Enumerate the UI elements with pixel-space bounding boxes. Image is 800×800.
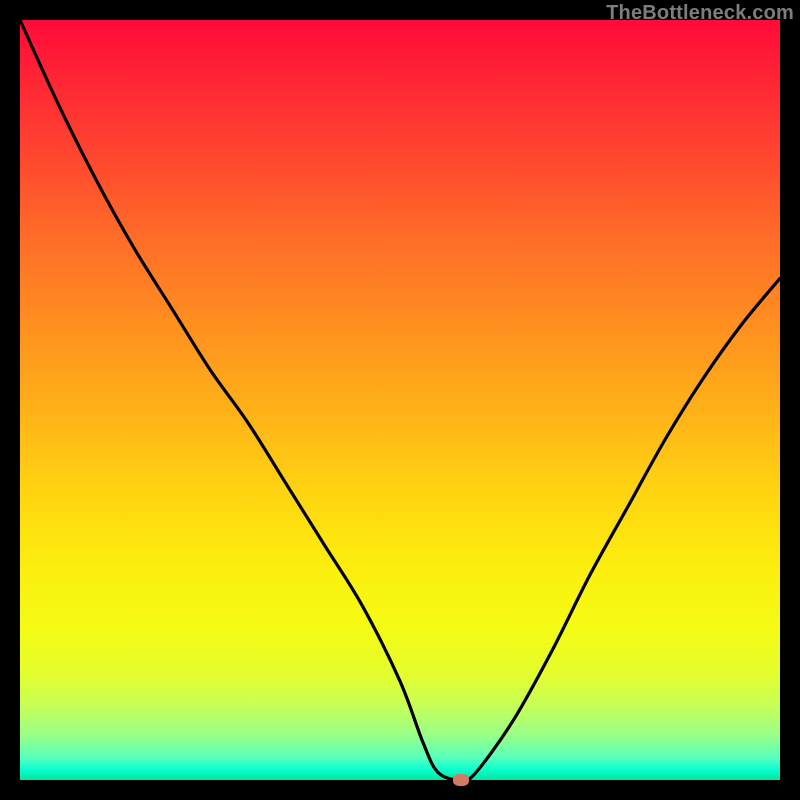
bottleneck-chart: TheBottleneck.com: [0, 0, 800, 800]
bottleneck-curve-path: [20, 20, 780, 780]
curve-layer: [20, 20, 780, 780]
plot-area: [20, 20, 780, 780]
